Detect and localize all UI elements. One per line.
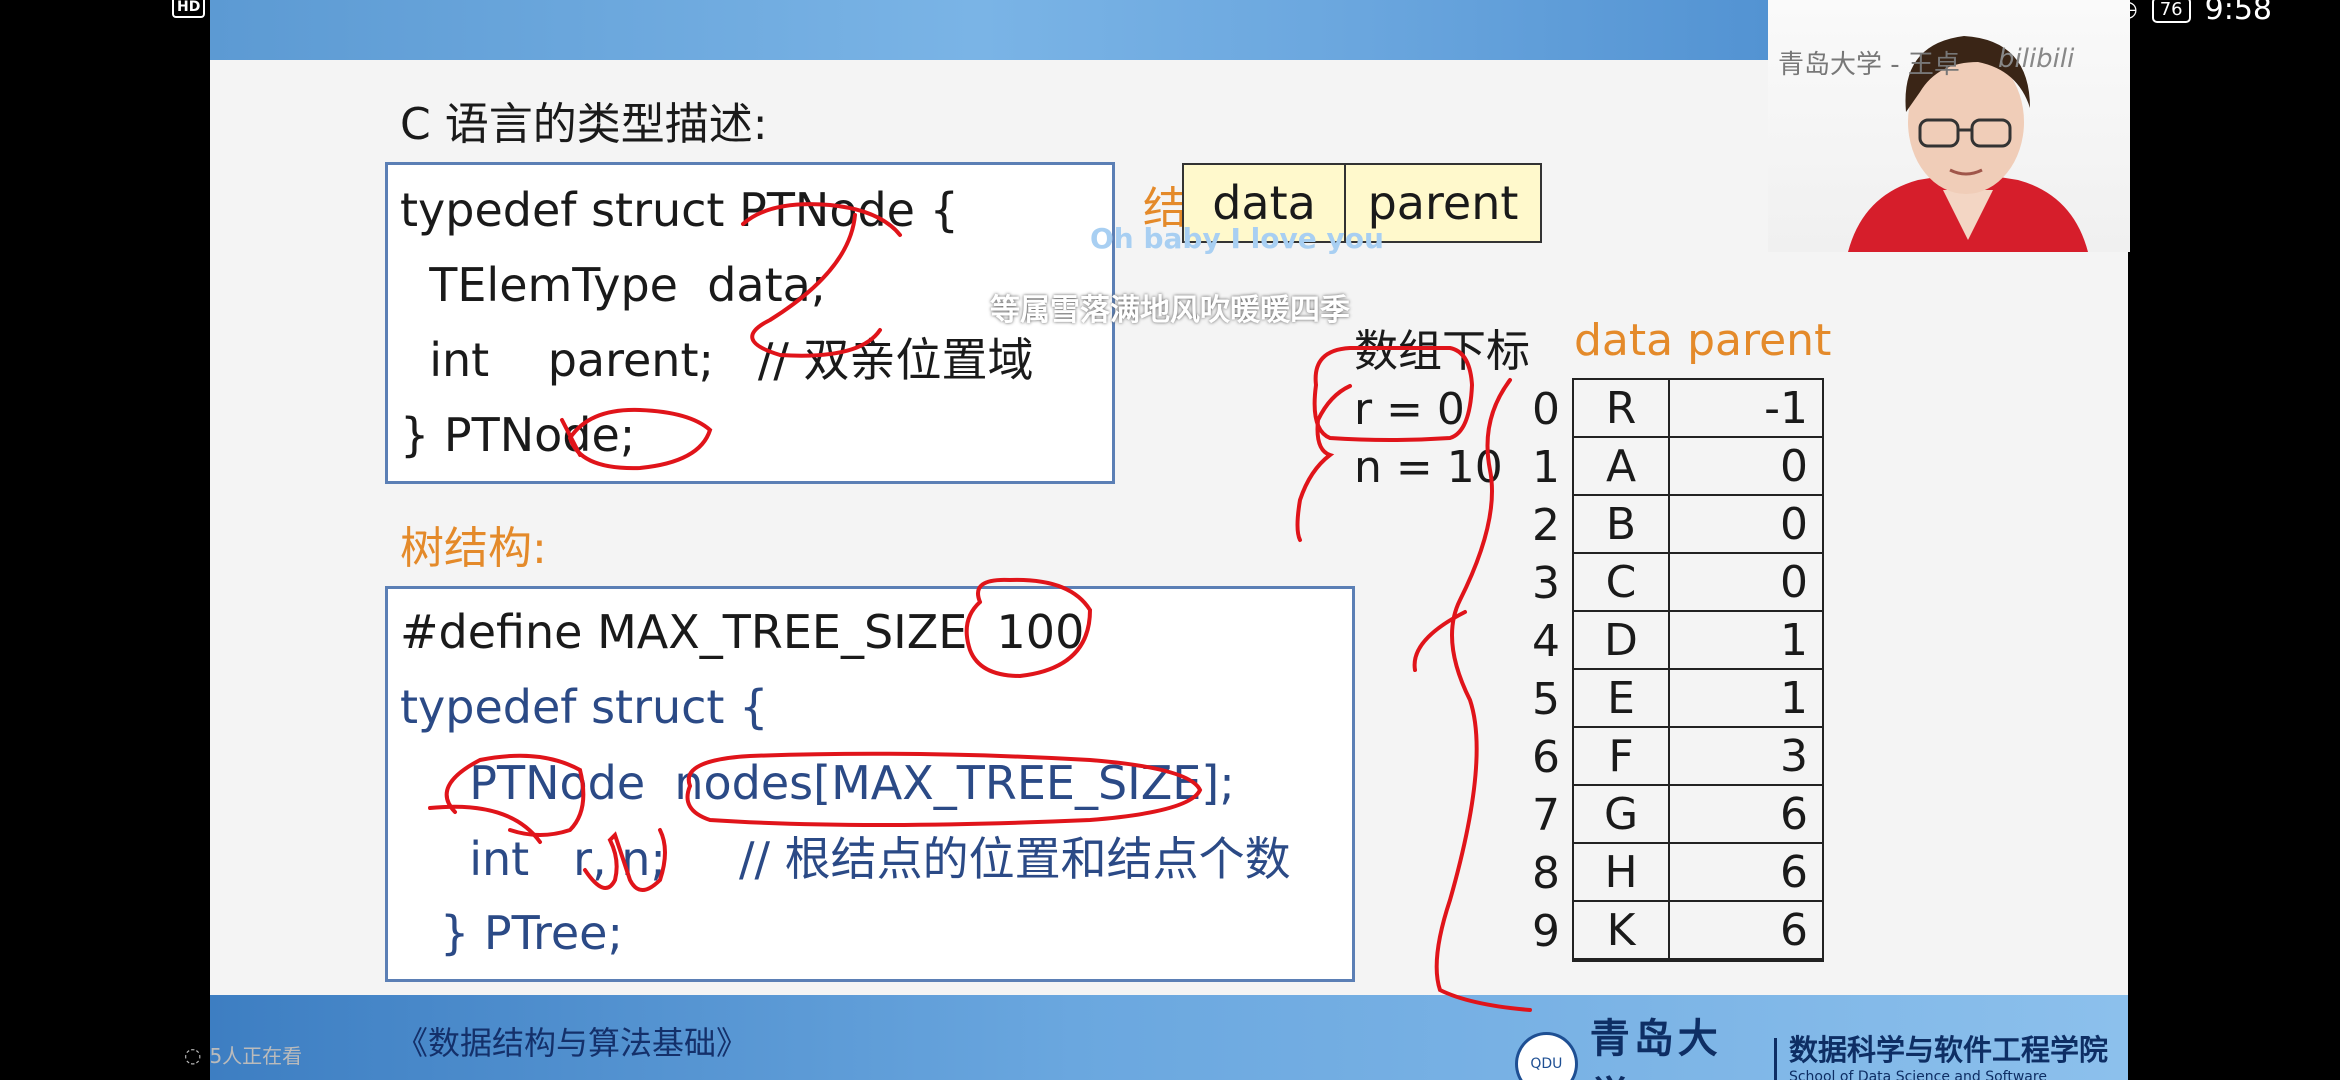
teacher-figure bbox=[1848, 36, 2088, 252]
viewer-count-label: 5人正在看 bbox=[209, 1044, 303, 1068]
ink-stroke bbox=[560, 418, 582, 457]
ink-stroke bbox=[741, 202, 902, 237]
chat-icon: ◌ bbox=[184, 1042, 202, 1067]
ink-stroke bbox=[444, 753, 586, 837]
ink-stroke bbox=[685, 751, 1203, 827]
hd-badge: HD bbox=[172, 0, 206, 18]
ink-stroke bbox=[964, 577, 1093, 679]
ink-stroke bbox=[568, 407, 713, 471]
webcam-title: 青岛大学 - 王卓 bbox=[1778, 50, 1960, 80]
ink-stroke bbox=[1295, 384, 1352, 542]
danmaku-comment: 等属雪落满地风吹暖暖四季 bbox=[990, 293, 1350, 328]
ink-stroke bbox=[1412, 610, 1467, 672]
ink-stroke bbox=[428, 804, 542, 844]
ink-stroke bbox=[583, 828, 667, 892]
ink-stroke bbox=[1434, 378, 1532, 1012]
viewer-count: ◌ 5人正在看 bbox=[184, 1040, 302, 1069]
teacher-webcam: 青岛大学 - 王卓 bilibili bbox=[1768, 0, 2130, 252]
danmaku-comment: Oh baby I love you bbox=[1090, 222, 1384, 255]
ink-stroke bbox=[750, 213, 882, 358]
battery-indicator: 76 bbox=[2151, 0, 2191, 23]
clock: 9:58 bbox=[2204, 0, 2272, 27]
bilibili-logo: bilibili bbox=[1998, 44, 2075, 74]
